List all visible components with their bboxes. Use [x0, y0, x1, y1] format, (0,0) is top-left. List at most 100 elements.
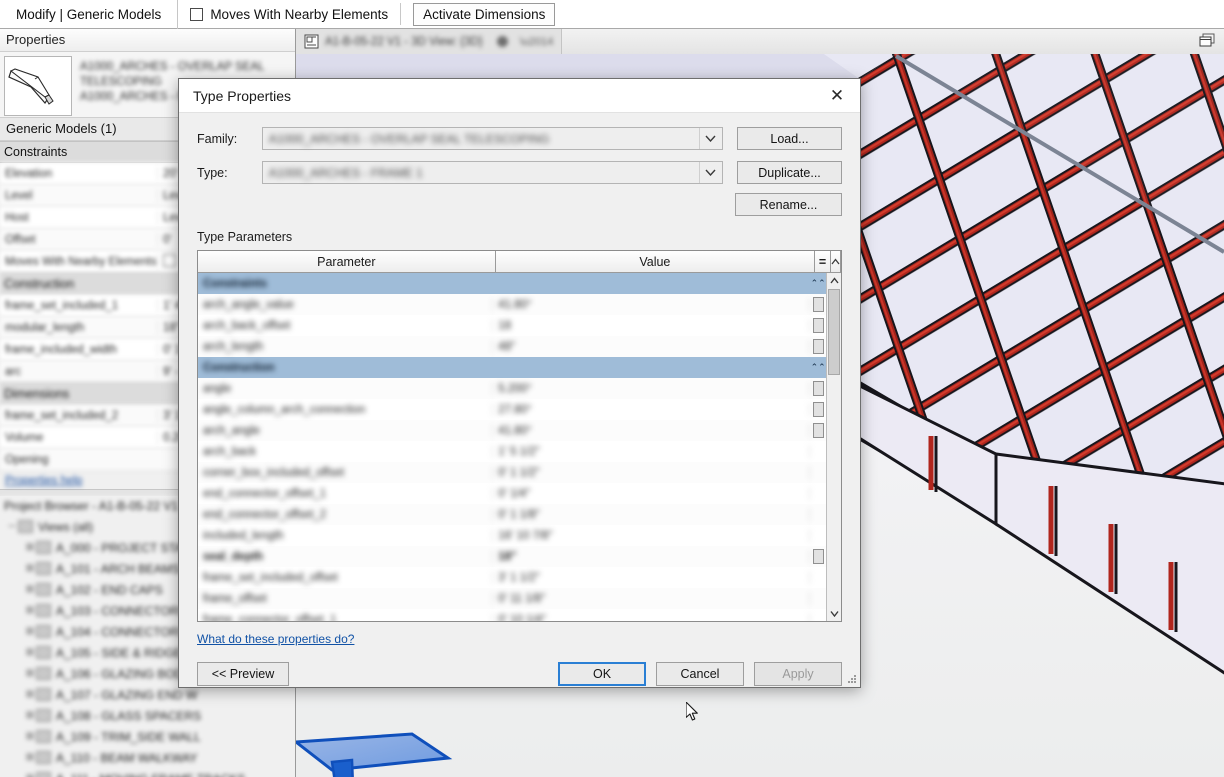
- scroll-down-icon[interactable]: [827, 606, 841, 621]
- grid-parameter-value[interactable]: 41.80°: [493, 298, 811, 311]
- ok-button[interactable]: OK: [558, 662, 646, 686]
- scrollbar-thumb[interactable]: [828, 289, 840, 375]
- grid-parameter-row[interactable]: frame_connector_offset_1 0' 10 1/4": [198, 609, 826, 621]
- grid-parameter-row[interactable]: end_connector_offset_2 0' 1 1/8": [198, 504, 826, 525]
- grid-parameter-value[interactable]: 3' 1 1/2": [493, 571, 811, 584]
- grid-parameter-row[interactable]: arch_angle_value 41.80°: [198, 294, 826, 315]
- grid-parameter-row[interactable]: arch_back_offset 18: [198, 315, 826, 336]
- view-window-icon: [304, 34, 319, 49]
- project-browser-item[interactable]: ⊞ A_109 - TRIM_SIDE WALL: [0, 726, 295, 747]
- grid-parameter-name: corner_box_included_offset: [198, 466, 494, 479]
- view-node-icon: [36, 730, 51, 743]
- grid-header-equals[interactable]: =: [815, 251, 831, 272]
- expand-collapse-icon[interactable]: ⊞: [24, 731, 36, 742]
- family-dropdown[interactable]: A1000_ARCHES - OVERLAP SEAL TELESCOPING: [261, 127, 723, 150]
- parameter-lock-toggle[interactable]: [810, 339, 826, 354]
- view-tab-3d[interactable]: A1-B-05-22 V1 - 3D View: {3D} \u2014: [296, 29, 563, 54]
- grid-parameter-row[interactable]: corner_box_included_offset 0' 1 1/2": [198, 462, 826, 483]
- scroll-up-icon[interactable]: [827, 273, 841, 288]
- view-node-icon: [36, 583, 51, 596]
- grid-group-header-row[interactable]: Construction ⌃⌃: [198, 357, 826, 378]
- extrusion-preview-icon: [8, 68, 54, 105]
- grid-parameter-row[interactable]: angle 5.200°: [198, 378, 826, 399]
- cancel-button[interactable]: Cancel: [656, 662, 744, 686]
- view-control-dot-icon[interactable]: [496, 36, 508, 47]
- dialog-title-bar[interactable]: Type Properties ✕: [179, 79, 860, 113]
- type-properties-dialog[interactable]: Type Properties ✕ Family: A1000_ARCHES -…: [178, 78, 861, 688]
- grid-parameter-value[interactable]: 18: [493, 319, 811, 332]
- grid-parameter-value[interactable]: 48": [493, 340, 811, 353]
- grid-vertical-scrollbar[interactable]: [826, 273, 841, 621]
- type-parameters-grid[interactable]: Parameter Value = Constraints ⌃⌃ arch_angl…: [197, 250, 842, 622]
- expand-collapse-icon[interactable]: ⊞: [24, 710, 36, 721]
- tree-node-label: A_103 - CONNECTORS A: [56, 603, 198, 618]
- grid-parameter-row[interactable]: arch_back 1' 5 1/2": [198, 441, 826, 462]
- grid-parameter-value[interactable]: 0' 1/4": [493, 487, 811, 500]
- duplicate-button[interactable]: Duplicate...: [736, 161, 843, 184]
- expand-collapse-icon[interactable]: ─: [6, 521, 18, 532]
- grid-header-value[interactable]: Value: [496, 251, 816, 272]
- expand-collapse-icon[interactable]: ⊞: [24, 752, 36, 763]
- grid-parameter-row[interactable]: seal_depth 18": [198, 546, 826, 567]
- load-button[interactable]: Load...: [736, 127, 843, 150]
- rename-button[interactable]: Rename...: [735, 193, 842, 216]
- grid-parameter-value[interactable]: 41.80°: [493, 424, 811, 437]
- expand-collapse-icon[interactable]: ⊞: [24, 689, 36, 700]
- grid-parameter-row[interactable]: arch_length 48": [198, 336, 826, 357]
- grid-parameter-value[interactable]: 0' 11 1/8": [493, 592, 811, 605]
- grid-parameter-value[interactable]: 1' 5 1/2": [493, 445, 811, 458]
- grid-parameter-value[interactable]: 0' 1 1/2": [493, 466, 811, 479]
- grid-parameter-row[interactable]: angle_column_arch_connection 27.80°: [198, 399, 826, 420]
- grid-parameter-value[interactable]: 16' 10 7/8": [493, 529, 811, 542]
- grid-parameter-row[interactable]: end_connector_offset_1 0' 1/4": [198, 483, 826, 504]
- grid-parameter-value[interactable]: 27.80°: [493, 403, 811, 416]
- grid-parameter-row[interactable]: included_length 16' 10 7/8": [198, 525, 826, 546]
- expand-collapse-icon[interactable]: ⊞: [24, 542, 36, 553]
- parameter-lock-toggle[interactable]: [810, 402, 826, 417]
- folder-icon: [18, 520, 33, 533]
- expand-collapse-icon[interactable]: ⊞: [24, 605, 36, 616]
- activate-dimensions-button[interactable]: Activate Dimensions: [413, 2, 556, 26]
- parameter-lock-toggle[interactable]: [810, 297, 826, 312]
- grid-parameter-row[interactable]: frame_offset 0' 11 1/8": [198, 588, 826, 609]
- palette-property-key: frame_included_width: [5, 343, 117, 356]
- expand-collapse-icon[interactable]: ⊞: [24, 584, 36, 595]
- project-browser-item[interactable]: ⊞ A_111 - MOVING FRAME TRACKS: [0, 768, 295, 777]
- grid-parameter-value[interactable]: 5.200°: [493, 382, 811, 395]
- type-field-row: Type: A1000_ARCHES - FRAME 1 Duplicate..…: [197, 161, 843, 184]
- project-browser-item[interactable]: ⊞ A_108 - GLASS SPACERS: [0, 705, 295, 726]
- group-collapse-icon[interactable]: ⌃⌃: [810, 362, 826, 373]
- moves-with-nearby-elements-checkbox[interactable]: [190, 7, 204, 21]
- what-do-these-properties-do-link[interactable]: What do these properties do?: [197, 632, 354, 646]
- expand-collapse-icon[interactable]: ⊞: [24, 668, 36, 679]
- parameter-lock-toggle[interactable]: [810, 381, 826, 396]
- preview-toggle-button[interactable]: << Preview: [197, 662, 289, 686]
- parameter-lock-toggle[interactable]: [810, 318, 826, 333]
- expand-collapse-icon[interactable]: ⊞: [24, 626, 36, 637]
- grid-header-parameter[interactable]: Parameter: [198, 251, 496, 272]
- grid-parameter-row[interactable]: arch_angle 41.80°: [198, 420, 826, 441]
- grid-parameter-value[interactable]: 0' 10 1/4": [493, 613, 811, 621]
- expand-collapse-icon[interactable]: ⊞: [24, 647, 36, 658]
- group-collapse-icon[interactable]: ⌃⌃: [810, 278, 826, 289]
- grid-parameter-value[interactable]: 18": [493, 550, 811, 563]
- parameter-lock-toggle[interactable]: [810, 423, 826, 438]
- resize-grip-icon[interactable]: [847, 674, 857, 684]
- chevron-down-icon[interactable]: [698, 162, 722, 183]
- chevron-up-icon[interactable]: [831, 258, 840, 265]
- expand-collapse-icon[interactable]: ⊞: [24, 773, 36, 777]
- close-icon[interactable]: ✕: [824, 85, 850, 107]
- type-preview-thumbnail: [4, 56, 72, 116]
- view-tab-controls[interactable]: \u2014: [483, 36, 553, 48]
- parameter-lock-toggle[interactable]: [810, 549, 826, 564]
- type-dropdown[interactable]: A1000_ARCHES - FRAME 1: [261, 161, 723, 184]
- project-browser-item[interactable]: ⊞ A_110 - BEAM WALKWAY: [0, 747, 295, 768]
- grid-parameter-row[interactable]: frame_set_included_offset 3' 1 1/2": [198, 567, 826, 588]
- tree-node-label: A_111 - MOVING FRAME TRACKS: [56, 772, 245, 777]
- chevron-down-icon[interactable]: [698, 128, 722, 149]
- restore-window-icon[interactable]: [1199, 33, 1216, 48]
- grid-parameter-value[interactable]: 0' 1 1/8": [493, 508, 811, 521]
- context-tab-modify-generic-models[interactable]: Modify | Generic Models: [0, 0, 179, 29]
- expand-collapse-icon[interactable]: ⊞: [24, 563, 36, 574]
- grid-group-header-row[interactable]: Constraints ⌃⌃: [198, 273, 826, 294]
